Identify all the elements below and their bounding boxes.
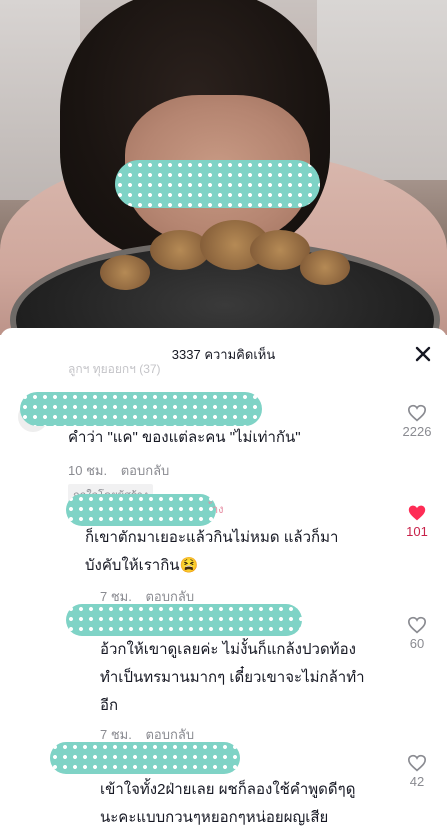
comment-time: 10 ชม. [68,463,108,478]
background-chairs [317,0,447,180]
like-button[interactable]: 2226 [395,404,439,439]
heart-outline-icon [407,754,427,772]
username-censor-blur [66,604,302,636]
close-icon[interactable] [413,344,433,364]
like-button[interactable]: 60 [395,616,439,651]
reply-button[interactable]: ตอบกลับ [145,589,194,604]
comment-text-line: บังคับให้เรากิน😫 [85,557,199,574]
reply-button[interactable]: ตอบกลับ [121,463,170,478]
like-button[interactable]: 42 [395,754,439,789]
like-count: 60 [409,636,425,651]
comments-sheet: 3337 ความคิดเห็น ลูกฯ ทุยอยกฯ (37) คำว่า… [0,328,447,832]
grilled-meat [100,255,150,290]
heart-filled-icon [408,505,426,521]
comment-text-line: เข้าใจทั้ง2ฝ่ายเลย ผชก็ลองใช้คำพูดดีๆดู [100,781,356,798]
face-censor-blur [115,160,320,208]
like-count: 42 [409,774,425,789]
comment-time: 7 ชม. [100,727,132,742]
like-button[interactable]: 101 [395,504,439,539]
like-count: 101 [406,524,428,539]
comment-text-line: ก็เขาตักมาเยอะแล้วกินไม่หมด แล้วก็มา [85,529,339,546]
username-censor-blur [50,742,240,774]
username-censor-blur [66,494,216,526]
comment-text-line: อ้วกให้เขาดูเลยค่ะ ไม่งั้นก็แกล้งปวดท้อง [100,641,356,658]
comment-text-line: อีก [100,697,119,714]
previous-reply-partial: ลูกฯ ทุยอยกฯ (37) [68,362,161,376]
comment-text-line: ทำเป็นทรมานมากๆ เดี๋ยวเขาจะไม่กล้าทำ [100,669,365,686]
heart-outline-icon [407,404,427,422]
reply-button[interactable]: ตอบกลับ [145,727,194,742]
comment-meta: 10 ชม. ตอบกลับ [68,460,169,481]
comment-time: 7 ชม. [100,589,132,604]
grilled-meat [300,250,350,285]
like-count: 2226 [402,424,432,439]
video-frame[interactable] [0,0,447,335]
heart-outline-icon [407,616,427,634]
username-censor-blur [20,392,262,426]
comment-text: คำว่า "แค" ของแต่ละคน "ไม่เท่ากัน" [68,429,301,446]
comment-text-line: นะคะแบบกวนๆหยอกๆหน่อยผญเสีย [100,809,329,826]
username-partial: ้าง [212,504,224,516]
